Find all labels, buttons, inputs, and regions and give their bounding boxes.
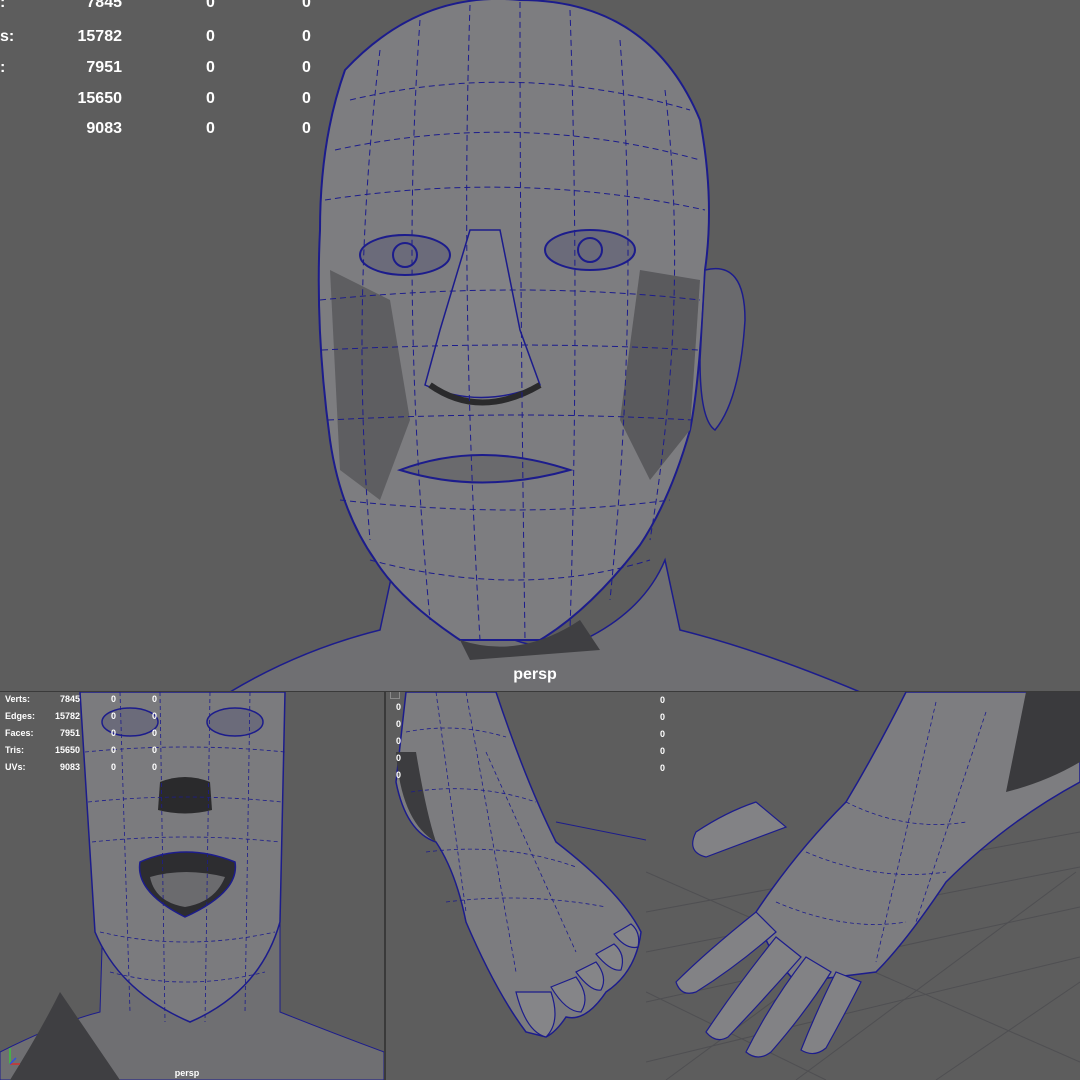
- hud-value: 7951: [59, 728, 80, 738]
- hud-label: Edges:: [5, 711, 36, 721]
- hud-value: 0: [396, 719, 402, 729]
- main-viewport[interactable]: : 7845 0 0 s: 15782 0 0 : 7951 0 0 15650…: [0, 0, 1080, 692]
- hud-value: 0: [660, 746, 666, 756]
- hud-value: 0: [111, 728, 117, 738]
- hud-row: : 7951 0 0: [0, 59, 311, 77]
- hud-value: 0: [206, 28, 215, 45]
- hud-value: 0: [206, 0, 215, 11]
- hud-row: UVs: 9083 0 0: [5, 762, 157, 772]
- hud-value: 0: [111, 762, 117, 772]
- hud-value: 7845: [59, 694, 80, 704]
- hud-value: 0: [152, 711, 158, 721]
- hud-value: 0: [396, 753, 402, 763]
- hud-value: 15782: [77, 28, 123, 45]
- axis-gizmo-icon: [9, 1048, 20, 1065]
- hud-row: Tris: 15650 0 0: [5, 745, 157, 755]
- hud-value: 0: [111, 745, 117, 755]
- hud-row: : 7845 0 0: [0, 0, 311, 12]
- hud-label: Faces:: [5, 728, 34, 738]
- hud-value: 15650: [54, 745, 80, 755]
- hud-value: 9083: [59, 762, 80, 772]
- camera-label: persp: [174, 1068, 200, 1078]
- hud-value: 7951: [86, 59, 122, 76]
- hud-value: 0: [152, 762, 158, 772]
- camera-label: persp: [513, 666, 557, 683]
- hud-value: 0: [302, 59, 311, 76]
- hud-label: s:: [0, 28, 15, 45]
- hand-model-render[interactable]: [646, 692, 1080, 1080]
- hud-row: s: 15782 0 0: [0, 28, 311, 46]
- hud-value: 0: [396, 770, 402, 780]
- hud-value: 0: [152, 728, 158, 738]
- head-model-render[interactable]: [0, 0, 1080, 692]
- hud-value: 0: [302, 0, 311, 11]
- hud-value: 0: [660, 712, 666, 722]
- hud-value: 0: [660, 763, 666, 773]
- hud-value: 0: [302, 90, 311, 107]
- hud-value: 0: [660, 695, 666, 705]
- hud-row: Edges: 15782 0 0: [5, 711, 157, 721]
- hand-viewport[interactable]: 0 0 0 0 0: [646, 692, 1080, 1080]
- hud-value: 0: [396, 736, 402, 746]
- hud-value: 0: [206, 90, 215, 107]
- hud-label: Tris:: [5, 745, 25, 755]
- hud-row: Faces: 7951 0 0: [5, 728, 157, 738]
- hud-value: 0: [302, 120, 311, 137]
- hud-value: 7845: [86, 0, 122, 11]
- hud-value: 0: [111, 711, 117, 721]
- hud-value: 15650: [77, 90, 123, 107]
- hud-row: Verts: 7845 0 0: [5, 694, 157, 704]
- hud-value: 0: [396, 702, 402, 712]
- hud-value: 15782: [54, 711, 80, 721]
- hud-value: 0: [660, 729, 666, 739]
- hud-label: Verts:: [5, 694, 31, 704]
- hud-value: 0: [152, 694, 158, 704]
- hud-value: 0: [152, 745, 158, 755]
- hud-value: 0: [206, 59, 215, 76]
- foot-viewport[interactable]: 0 0 0 0 0: [386, 692, 646, 1080]
- face-viewport[interactable]: Verts: 7845 0 0 Edges: 15782 0 0 Faces: …: [0, 692, 384, 1080]
- foot-model-render[interactable]: [386, 692, 646, 1080]
- hud-value: 9083: [86, 120, 122, 137]
- hud-value: 0: [111, 694, 117, 704]
- hud-value: 0: [302, 28, 311, 45]
- hud-label: :: [0, 59, 6, 76]
- hud-label: :: [0, 0, 6, 11]
- hud-value: 0: [206, 120, 215, 137]
- hud-label: UVs:: [5, 762, 26, 772]
